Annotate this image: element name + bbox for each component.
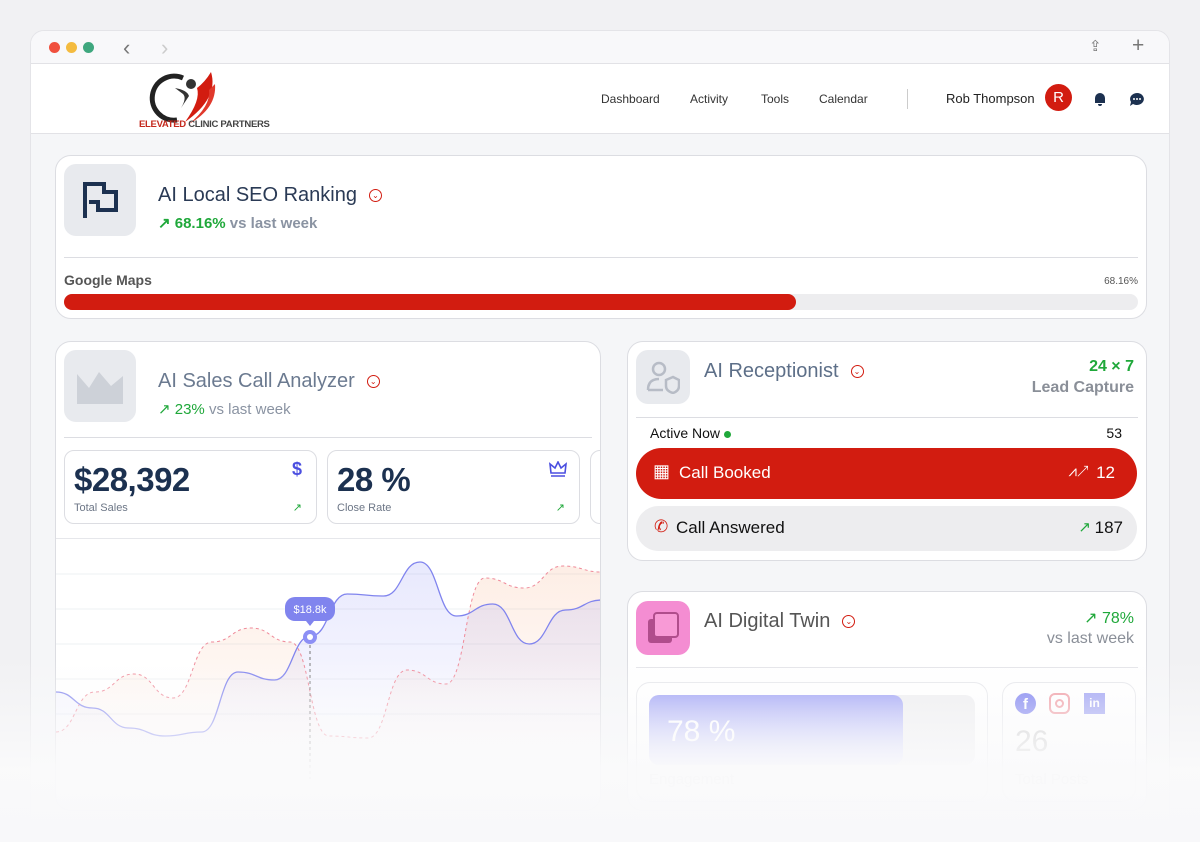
divider [636, 667, 1138, 668]
nav-divider [907, 89, 908, 109]
divider [64, 437, 592, 438]
sales-call-analyzer-card: AI Sales Call Analyzer ⌄ ↗ 23% vs last we… [55, 341, 601, 811]
twin-change: ↗ 78% [1084, 610, 1134, 627]
total-posts-panel: f in 26 Total Posts [1002, 682, 1136, 802]
nav-activity[interactable]: Activity [690, 92, 728, 106]
tooltip-pointer [306, 621, 314, 626]
phone-icon: ✆ [654, 517, 669, 536]
nav-dashboard[interactable]: Dashboard [601, 92, 660, 106]
linkedin-icon[interactable]: in [1084, 693, 1105, 714]
next-stat-card[interactable] [590, 450, 600, 524]
back-icon[interactable]: ‹ [123, 35, 130, 61]
trend-up-icon: ⩘↗ [1068, 463, 1089, 480]
seo-title: AI Local SEO Ranking ⌄ [158, 184, 382, 207]
hover-point-center [307, 634, 313, 640]
trend-up-icon: ↗ [1078, 519, 1091, 536]
active-now-count: 53 [1106, 425, 1122, 441]
progress-fill [64, 294, 797, 310]
layers-icon [636, 601, 690, 655]
call-answered-row[interactable]: ✆ Call Answered ↗ 187 [636, 506, 1137, 551]
close-rate-stat: 28 % Close Rate ↗ [327, 450, 580, 524]
sales-change: ↗ 23% vs last week [158, 401, 291, 418]
forward-icon[interactable]: › [161, 35, 168, 61]
maximize-window-button[interactable] [83, 42, 94, 53]
trend-up-icon: ↗ [555, 502, 565, 514]
engagement-label: Engagement [649, 771, 735, 788]
active-now-label: Active Now [650, 425, 731, 441]
ai-digital-twin-card: AI Digital Twin ⌄ ↗ 78% vs last week 78 %… [627, 591, 1147, 811]
trend-up-icon: ↗ [292, 502, 302, 514]
call-booked-row[interactable]: ▦ Call Booked ⩘↗ 12 [636, 448, 1137, 499]
crown-icon [549, 461, 567, 477]
nav-calendar[interactable]: Calendar [819, 92, 868, 106]
total-posts-label: Total Posts [1015, 771, 1089, 788]
seo-change: ↗ 68.16% vs last week [158, 215, 318, 232]
divider [636, 417, 1138, 418]
trend-up-icon: ↗ [158, 215, 171, 232]
close-window-button[interactable] [49, 42, 60, 53]
nav-tools[interactable]: Tools [761, 92, 789, 106]
browser-window: ‹ › ⇪ + ELEVATED CLINIC PARTNERS Dashboa… [30, 30, 1170, 840]
flag-icon [64, 164, 136, 236]
seo-ranking-card: AI Local SEO Ranking ⌄ ↗ 68.16% vs last w… [55, 155, 1147, 319]
chevron-down-icon[interactable]: ⌄ [842, 615, 856, 629]
trend-up-icon: ↗ [1084, 610, 1098, 627]
minimize-window-button[interactable] [66, 42, 77, 53]
total-sales-stat: $28,392 Total Sales $ ↗ [64, 450, 317, 524]
dollar-icon: $ [291, 459, 302, 479]
title-bar: ‹ › ⇪ + [31, 31, 1169, 64]
image-placeholder-icon [64, 350, 136, 422]
chevron-down-icon[interactable]: ⌄ [369, 189, 382, 203]
tooltip-value: $18.8k [293, 604, 327, 616]
divider [64, 257, 1138, 258]
digital-twin-title: AI Digital Twin ⌄ [704, 610, 856, 633]
chevron-down-icon[interactable]: ⌄ [366, 375, 380, 389]
share-icon[interactable]: ⇪ [1089, 37, 1102, 55]
ai-receptionist-card: AI Receptionist ⌄ 24 × 7 Lead Capture Act… [627, 341, 1147, 561]
lead-capture-label: Lead Capture [1031, 379, 1134, 396]
avatar[interactable]: R [1045, 84, 1072, 111]
user-shield-icon [636, 350, 690, 404]
calendar-icon: ▦ [653, 461, 671, 481]
new-tab-icon[interactable]: + [1132, 34, 1144, 58]
google-maps-value: 68.16% [1104, 276, 1138, 287]
sales-title: AI Sales Call Analyzer ⌄ [158, 370, 380, 393]
engagement-bar: 78 % [649, 695, 975, 765]
google-maps-label: Google Maps [64, 272, 152, 288]
user-name[interactable]: Rob Thompson [946, 91, 1035, 106]
bell-icon[interactable] [1093, 91, 1107, 107]
chat-icon[interactable] [1129, 92, 1145, 107]
availability-badge: 24 × 7 [1089, 358, 1134, 375]
google-maps-progress [64, 294, 1138, 310]
instagram-icon[interactable] [1049, 693, 1070, 714]
engagement-panel: 78 % Engagement [636, 682, 988, 802]
facebook-icon[interactable]: f [1015, 693, 1036, 714]
receptionist-title: AI Receptionist ⌄ [704, 360, 864, 383]
sales-line-chart: $18.8k [56, 561, 600, 779]
twin-change-suffix: vs last week [1046, 630, 1134, 647]
online-dot [723, 430, 731, 438]
top-nav: ELEVATED CLINIC PARTNERS Dashboard Activ… [31, 64, 1169, 134]
brand-name: ELEVATED CLINIC PARTNERS [139, 119, 270, 130]
trend-up-icon: ↗ [158, 401, 171, 418]
chevron-down-icon[interactable]: ⌄ [850, 365, 864, 379]
total-posts-value: 26 [1015, 725, 1049, 758]
